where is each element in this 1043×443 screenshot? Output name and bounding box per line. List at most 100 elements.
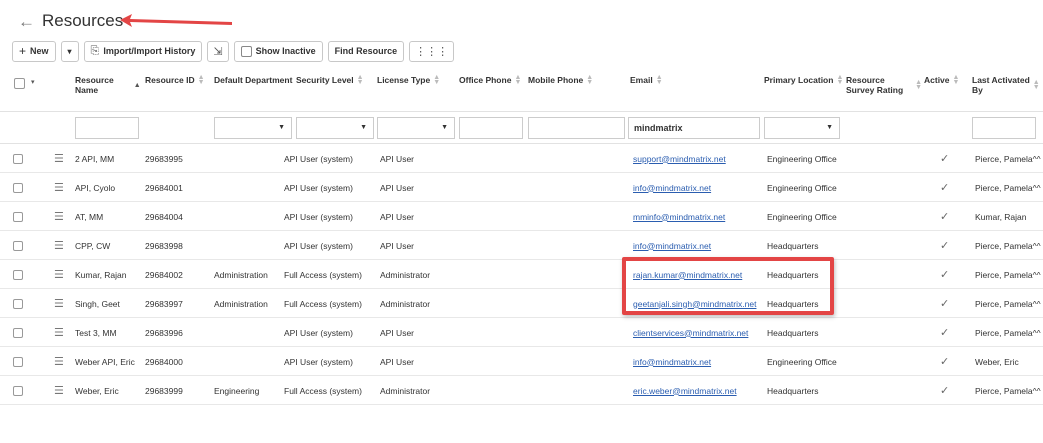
row-menu-icon[interactable]: ☰ <box>54 173 64 202</box>
column-header-location[interactable]: Primary Location ▲ ▼ <box>764 74 843 86</box>
cell-security-level: API User (system) <box>284 182 353 193</box>
column-header-survey[interactable]: Resource Survey Rating ▲ ▼ <box>846 75 922 95</box>
row-menu-icon[interactable]: ☰ <box>54 318 64 347</box>
new-button[interactable]: + New <box>12 40 56 62</box>
sort-icon[interactable]: ▲ ▼ <box>1033 75 1040 95</box>
cell-name: Test 3, MM <box>75 327 117 338</box>
email-link[interactable]: info@mindmatrix.net <box>633 241 711 251</box>
sort-icon[interactable]: ▲ ▼ <box>586 74 593 86</box>
column-header-name[interactable]: Resource Name ▲ <box>75 75 141 95</box>
import-button[interactable]: ⎘ Import/Import History <box>83 40 203 62</box>
row-menu-icon[interactable]: ☰ <box>54 144 64 173</box>
cell-email: support@mindmatrix.net <box>633 144 726 173</box>
email-link[interactable]: clientservices@mindmatrix.net <box>633 328 748 338</box>
column-header-office-phone[interactable]: Office Phone ▲ ▼ <box>459 74 521 86</box>
email-link[interactable]: info@mindmatrix.net <box>633 183 711 193</box>
email-link[interactable]: info@mindmatrix.net <box>633 357 711 367</box>
sort-icon[interactable]: ▲ ▼ <box>836 74 843 86</box>
row-menu-icon[interactable]: ☰ <box>54 231 64 260</box>
new-dropdown-button[interactable]: ▾ <box>60 40 79 62</box>
sort-icon[interactable]: ▲ ▼ <box>357 74 364 86</box>
column-header-id[interactable]: Resource ID ▲ ▼ <box>145 74 205 86</box>
sort-icon[interactable]: ▲ ▼ <box>953 74 960 86</box>
cell-license-type: API User <box>380 327 415 338</box>
filter-location-select[interactable] <box>764 117 840 139</box>
sort-icon[interactable]: ▲ ▼ <box>514 74 521 86</box>
chevron-down-icon[interactable]: ▾ <box>31 78 35 89</box>
filter-office-phone-input[interactable] <box>459 117 523 139</box>
row-checkbox[interactable] <box>13 376 23 405</box>
row-checkbox[interactable] <box>13 202 23 231</box>
show-inactive-checkbox[interactable] <box>240 45 252 57</box>
table-row[interactable]: ☰ Kumar, Rajan 29684002 Administration Full … <box>0 260 1043 289</box>
row-checkbox[interactable] <box>13 289 23 318</box>
cell-security-level: Full Access (system) <box>284 269 362 280</box>
sort-ascending-icon[interactable]: ▲ <box>134 75 141 95</box>
filter-last-activated-input[interactable] <box>972 117 1036 139</box>
back-arrow-icon[interactable]: ← <box>18 13 35 30</box>
column-header-mobile-phone[interactable]: Mobile Phone ▲ ▼ <box>528 74 593 86</box>
sort-icon[interactable]: ▲ ▼ <box>198 74 205 86</box>
table-row[interactable]: ☰ Singh, Geet 29683997 Administration Full A… <box>0 289 1043 318</box>
cell-last-activated-by: Pierce, Pamela^^ <box>975 182 1041 193</box>
cell-primary-location: Headquarters <box>767 240 819 251</box>
find-resource-button[interactable]: Find Resource <box>327 40 405 62</box>
grid-icon: ⋮⋮⋮ <box>415 45 449 58</box>
cell-resource-id: 29684004 <box>145 211 183 222</box>
table-row[interactable]: ☰ CPP, CW 29683998 API User (system) API Use… <box>0 231 1043 260</box>
filter-license-select[interactable] <box>377 117 455 139</box>
cell-primary-location: Engineering Office <box>767 356 837 367</box>
column-header-email[interactable]: Email ▲ ▼ <box>630 74 663 86</box>
sort-icon[interactable]: ▲ ▼ <box>656 74 663 86</box>
row-checkbox[interactable] <box>13 347 23 376</box>
filter-security-select[interactable] <box>296 117 374 139</box>
row-menu-icon[interactable]: ☰ <box>54 260 64 289</box>
select-all-control[interactable]: ▾ <box>14 78 35 89</box>
cell-email: eric.weber@mindmatrix.net <box>633 376 737 405</box>
cell-resource-id: 29683997 <box>145 298 183 309</box>
email-link[interactable]: eric.weber@mindmatrix.net <box>633 386 737 396</box>
column-header-last-activated[interactable]: Last Activated By ▲ ▼ <box>972 75 1040 95</box>
row-checkbox[interactable] <box>13 318 23 347</box>
table-row[interactable]: ☰ AT, MM 29684004 API User (system) API User… <box>0 202 1043 231</box>
row-checkbox[interactable] <box>13 144 23 173</box>
cell-name: Singh, Geet <box>75 298 120 309</box>
export-icon: ⇲ <box>213 45 223 58</box>
sort-icon[interactable]: ▲ ▼ <box>433 74 440 86</box>
filter-name-input[interactable] <box>75 117 139 139</box>
select-all-checkbox[interactable] <box>14 78 25 89</box>
filter-email-input[interactable]: mindmatrix <box>628 117 760 139</box>
cell-primary-location: Engineering Office <box>767 182 837 193</box>
column-header-license[interactable]: License Type ▲ ▼ <box>377 74 440 86</box>
export-button[interactable]: ⇲ <box>207 40 229 62</box>
table-row[interactable]: ☰ 2 API, MM 29683995 API User (system) API U… <box>0 144 1043 173</box>
table-row[interactable]: ☰ Weber, Eric 29683999 Engineering Full Acce… <box>0 376 1043 405</box>
row-menu-icon[interactable]: ☰ <box>54 347 64 376</box>
cell-email: info@mindmatrix.net <box>633 231 711 260</box>
annotation-highlight-box <box>622 257 834 315</box>
row-checkbox[interactable] <box>13 231 23 260</box>
row-menu-icon[interactable]: ☰ <box>54 289 64 318</box>
sort-icon[interactable]: ▲ ▼ <box>915 75 922 95</box>
column-chooser-button[interactable]: ⋮⋮⋮ <box>409 40 455 62</box>
cell-resource-id: 29683995 <box>145 153 183 164</box>
row-checkbox[interactable] <box>13 173 23 202</box>
email-link[interactable]: mminfo@mindmatrix.net <box>633 212 725 222</box>
email-link[interactable]: support@mindmatrix.net <box>633 154 726 164</box>
cell-email: clientservices@mindmatrix.net <box>633 318 748 347</box>
cell-resource-id: 29684000 <box>145 356 183 367</box>
filter-department-select[interactable] <box>214 117 292 139</box>
cell-primary-location: Headquarters <box>767 327 819 338</box>
column-header-security[interactable]: Security Level ▲ ▼ <box>296 74 364 86</box>
table-row[interactable]: ☰ API, Cyolo 29684001 API User (system) API … <box>0 173 1043 202</box>
row-checkbox[interactable] <box>13 260 23 289</box>
row-menu-icon[interactable]: ☰ <box>54 376 64 405</box>
show-inactive-toggle[interactable]: Show Inactive <box>233 40 323 62</box>
table-row[interactable]: ☰ Weber API, Eric 29684000 API User (system… <box>0 347 1043 376</box>
column-header-active[interactable]: Active ▲ ▼ <box>924 74 960 86</box>
column-header-department[interactable]: Default Department <box>214 75 292 85</box>
table-row[interactable]: ☰ Test 3, MM 29683996 API User (system) API … <box>0 318 1043 347</box>
cell-security-level: API User (system) <box>284 240 353 251</box>
filter-mobile-phone-input[interactable] <box>528 117 625 139</box>
row-menu-icon[interactable]: ☰ <box>54 202 64 231</box>
